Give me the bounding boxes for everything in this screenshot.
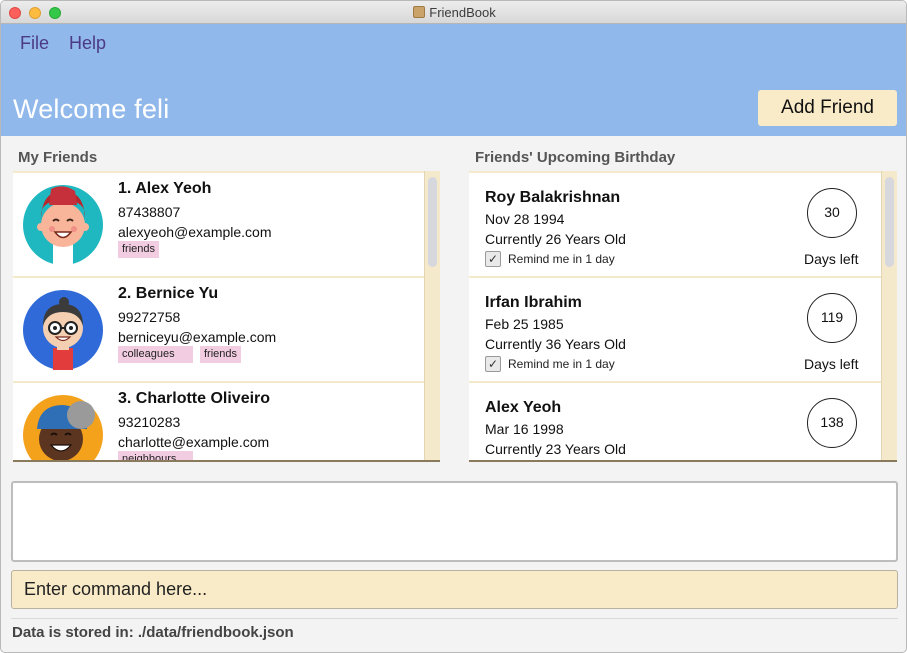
avatar-glasses-icon <box>23 290 103 370</box>
window-title-area: FriendBook <box>1 5 906 20</box>
friend-list-scrollbar[interactable] <box>424 171 440 460</box>
birthday-card[interactable]: Alex Yeoh Mar 16 1998 Currently 23 Years… <box>469 383 881 462</box>
tag: neighbours <box>118 451 193 460</box>
tag: friends <box>118 241 160 258</box>
friend-email: berniceyu@example.com <box>118 329 277 345</box>
remind-checkbox-row[interactable] <box>485 461 508 462</box>
days-left-label: Days left <box>804 356 859 372</box>
remind-checkbox-row[interactable]: ✓ Remind me in 1 day <box>485 356 615 372</box>
title-bar: FriendBook <box>1 1 906 24</box>
scrollbar-thumb[interactable] <box>428 177 437 267</box>
result-display[interactable] <box>11 481 898 562</box>
birthday-card[interactable]: Roy Balakrishnan Nov 28 1994 Currently 2… <box>469 173 881 276</box>
friend-email: alexyeoh@example.com <box>118 224 272 240</box>
window-title: FriendBook <box>429 5 496 20</box>
birthday-list-scrollbar[interactable] <box>881 171 897 460</box>
friend-phone: 93210283 <box>118 414 181 430</box>
birthday-list[interactable]: Roy Balakrishnan Nov 28 1994 Currently 2… <box>469 171 897 462</box>
birthday-name: Alex Yeoh <box>485 399 562 416</box>
friend-tags: colleagues friends <box>118 346 248 363</box>
birthday-age: Currently 26 Years Old <box>485 231 626 247</box>
remind-label: Remind me in 1 day <box>508 252 615 266</box>
tag: colleagues <box>118 346 193 363</box>
command-input[interactable] <box>11 570 898 609</box>
menu-file[interactable]: File <box>20 33 49 54</box>
friend-tags: neighbours <box>118 451 200 460</box>
friend-card[interactable]: 3. Charlotte Oliveiro 93210283 charlotte… <box>13 383 424 460</box>
birthday-date: Feb 25 1985 <box>485 316 564 332</box>
status-bar-text: Data is stored in: ./data/friendbook.jso… <box>12 624 294 641</box>
friend-card[interactable]: 1. Alex Yeoh 87438807 alexyeoh@example.c… <box>13 173 424 276</box>
birthday-date: Mar 16 1998 <box>485 421 564 437</box>
friends-panel-title: My Friends <box>18 149 98 166</box>
remind-label: Remind me in 1 day <box>508 357 615 371</box>
days-left-label: Days left <box>804 251 859 267</box>
remind-checkbox[interactable]: ✓ <box>485 356 501 372</box>
avatar-red-cap-icon <box>23 185 103 265</box>
birthday-panel-title: Friends' Upcoming Birthday <box>475 149 676 166</box>
tag: friends <box>200 346 242 363</box>
remind-checkbox-row[interactable]: ✓ Remind me in 1 day <box>485 251 615 267</box>
friend-name: 3. Charlotte Oliveiro <box>118 390 271 407</box>
friend-name: 2. Bernice Yu <box>118 285 219 302</box>
avatar-grey-cap-icon <box>23 395 103 460</box>
birthday-name: Roy Balakrishnan <box>485 189 621 206</box>
days-left-count: 119 <box>807 293 857 343</box>
welcome-message: Welcome feli <box>13 94 170 124</box>
days-left-count: 138 <box>807 398 857 448</box>
add-friend-button[interactable]: Add Friend <box>758 90 897 126</box>
birthday-date: Nov 28 1994 <box>485 211 565 227</box>
birthday-age: Currently 23 Years Old <box>485 441 626 457</box>
menu-help[interactable]: Help <box>69 33 106 54</box>
app-window: FriendBook File Help Welcome feli Add Fr… <box>0 0 907 653</box>
header-bar: File Help Welcome feli Add Friend <box>1 24 906 136</box>
app-icon <box>413 6 426 18</box>
friend-email: charlotte@example.com <box>118 434 270 450</box>
friend-tags: friends <box>118 241 166 258</box>
remind-checkbox[interactable] <box>485 461 501 462</box>
friend-name: 1. Alex Yeoh <box>118 180 212 197</box>
scrollbar-thumb[interactable] <box>885 177 894 267</box>
friend-list[interactable]: 1. Alex Yeoh 87438807 alexyeoh@example.c… <box>13 171 440 462</box>
birthday-card[interactable]: Irfan Ibrahim Feb 25 1985 Currently 36 Y… <box>469 278 881 381</box>
friend-phone: 87438807 <box>118 204 181 220</box>
days-left-count: 30 <box>807 188 857 238</box>
birthday-name: Irfan Ibrahim <box>485 294 582 311</box>
status-divider <box>11 618 898 619</box>
friend-phone: 99272758 <box>118 309 181 325</box>
remind-checkbox[interactable]: ✓ <box>485 251 501 267</box>
birthday-age: Currently 36 Years Old <box>485 336 626 352</box>
friend-card[interactable]: 2. Bernice Yu 99272758 berniceyu@example… <box>13 278 424 381</box>
